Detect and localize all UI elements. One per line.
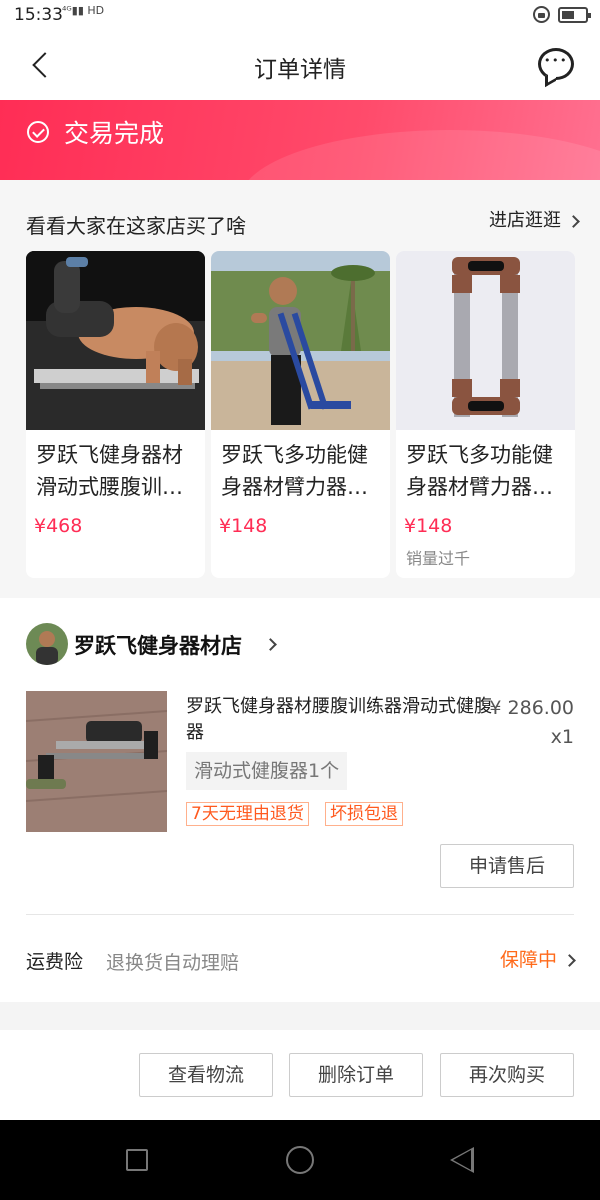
store-avatar[interactable] (26, 623, 68, 665)
recent-apps-icon[interactable] (126, 1149, 148, 1171)
shipping-insurance-description: 退换货自动理赔 (106, 952, 240, 974)
card-title: 罗跃飞健身器材滑动式腰腹训… (36, 443, 183, 499)
product-image (211, 251, 390, 430)
view-logistics-button[interactable]: 查看物流 (139, 1053, 273, 1097)
shipping-insurance-label: 运费险 (26, 951, 84, 973)
product-image (396, 251, 575, 430)
recommendation-card-2[interactable]: 罗跃飞多功能健身器材臂力器… ¥148 (211, 251, 390, 578)
order-status-text: 交易完成 (64, 119, 165, 148)
product-quantity: x1 (550, 726, 574, 748)
store-name[interactable]: 罗跃飞健身器材店 (74, 630, 242, 660)
product-image[interactable] (26, 691, 167, 832)
chat-bubble-icon[interactable] (538, 48, 574, 80)
product-variant: 滑动式健腹器1个 (186, 752, 348, 790)
visit-store-label: 进店逛逛 (489, 210, 561, 231)
signal-icon: ⁴ᴳ▮▮ HD (62, 4, 105, 17)
recommendation-title: 看看大家在这家店买了啥 (26, 214, 246, 238)
recommendation-card-3[interactable]: 罗跃飞多功能健身器材臂力器… ¥148 销量过千 (396, 251, 575, 578)
status-icons (533, 6, 591, 23)
status-bar: 15:33 ⁴ᴳ▮▮ HD (0, 0, 600, 32)
product-image (26, 251, 205, 430)
back-triangle-icon[interactable] (450, 1147, 474, 1173)
buy-again-button[interactable]: 再次购买 (440, 1053, 574, 1097)
after-sale-button[interactable]: 申请售后 (440, 844, 574, 888)
card-price: ¥148 (404, 515, 453, 537)
damage-refund-tag: 坏损包退 (325, 802, 403, 826)
nav-bar: 订单详情 (0, 32, 600, 100)
card-price: ¥468 (34, 515, 83, 537)
return-policy-tag: 7天无理由退货 (186, 802, 309, 826)
card-title: 罗跃飞多功能健身器材臂力器… (221, 443, 368, 499)
check-circle-icon (27, 121, 49, 143)
battery-icon (558, 6, 591, 23)
page-title: 订单详情 (254, 57, 346, 83)
divider (26, 914, 574, 915)
card-price: ¥148 (219, 515, 268, 537)
chevron-right-icon (563, 954, 576, 967)
recommendation-card-1[interactable]: 罗跃飞健身器材滑动式腰腹训… ¥468 (26, 251, 205, 578)
card-sales: 销量过千 (406, 549, 471, 568)
insurance-status-label: 保障中 (499, 949, 557, 971)
shipping-insurance-status[interactable]: 保障中 (499, 945, 576, 972)
chevron-right-icon (567, 214, 580, 228)
card-title: 罗跃飞多功能健身器材臂力器… (406, 443, 553, 499)
lock-icon (533, 6, 550, 23)
home-icon[interactable] (286, 1146, 314, 1174)
delete-order-button[interactable]: 删除订单 (289, 1053, 423, 1097)
product-title[interactable]: 罗跃飞健身器材腰腹训练器滑动式健腹器 (186, 694, 496, 746)
product-price: ¥ 286.00 (489, 697, 574, 719)
visit-store-link[interactable]: 进店逛逛 (489, 206, 580, 232)
status-time: 15:33 (14, 5, 63, 25)
